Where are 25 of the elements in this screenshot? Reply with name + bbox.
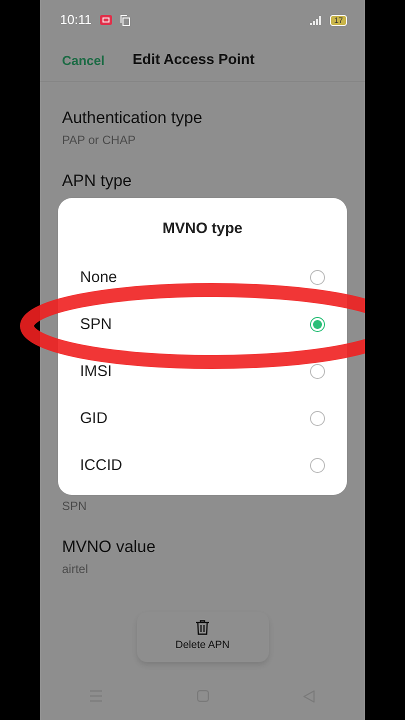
option-item[interactable]: None: [80, 254, 325, 301]
setting-label: MVNO value: [62, 537, 157, 558]
delete-button[interactable]: Delete APN: [136, 612, 268, 662]
setting-label: APN type: [62, 170, 133, 192]
battery-icon: 17: [330, 14, 347, 26]
signal-icon: [310, 15, 322, 25]
clock-time: 10:11: [60, 11, 92, 30]
setting-label: Authentication type: [62, 108, 204, 129]
screen-title: Edit Access Point: [132, 50, 255, 70]
radio-button[interactable]: [310, 458, 325, 473]
setting-value: PAP or CHAP: [62, 132, 137, 149]
copy-icon: [120, 14, 130, 26]
setting-value: airtel: [62, 560, 90, 578]
option-item[interactable]: SPN: [80, 301, 325, 348]
radio-button[interactable]: [310, 317, 325, 332]
option-item[interactable]: IMSI: [80, 348, 325, 395]
record-icon: [100, 15, 112, 25]
radio-button[interactable]: [310, 411, 325, 426]
setting-value: SPN: [62, 498, 88, 515]
option-item[interactable]: GID: [80, 395, 325, 442]
radio-button[interactable]: [310, 364, 325, 379]
trash-icon: [196, 620, 209, 635]
option-item[interactable]: ICCID: [80, 442, 325, 489]
dialog-title: MVNO type: [161, 219, 244, 239]
radio-button[interactable]: [310, 270, 325, 285]
